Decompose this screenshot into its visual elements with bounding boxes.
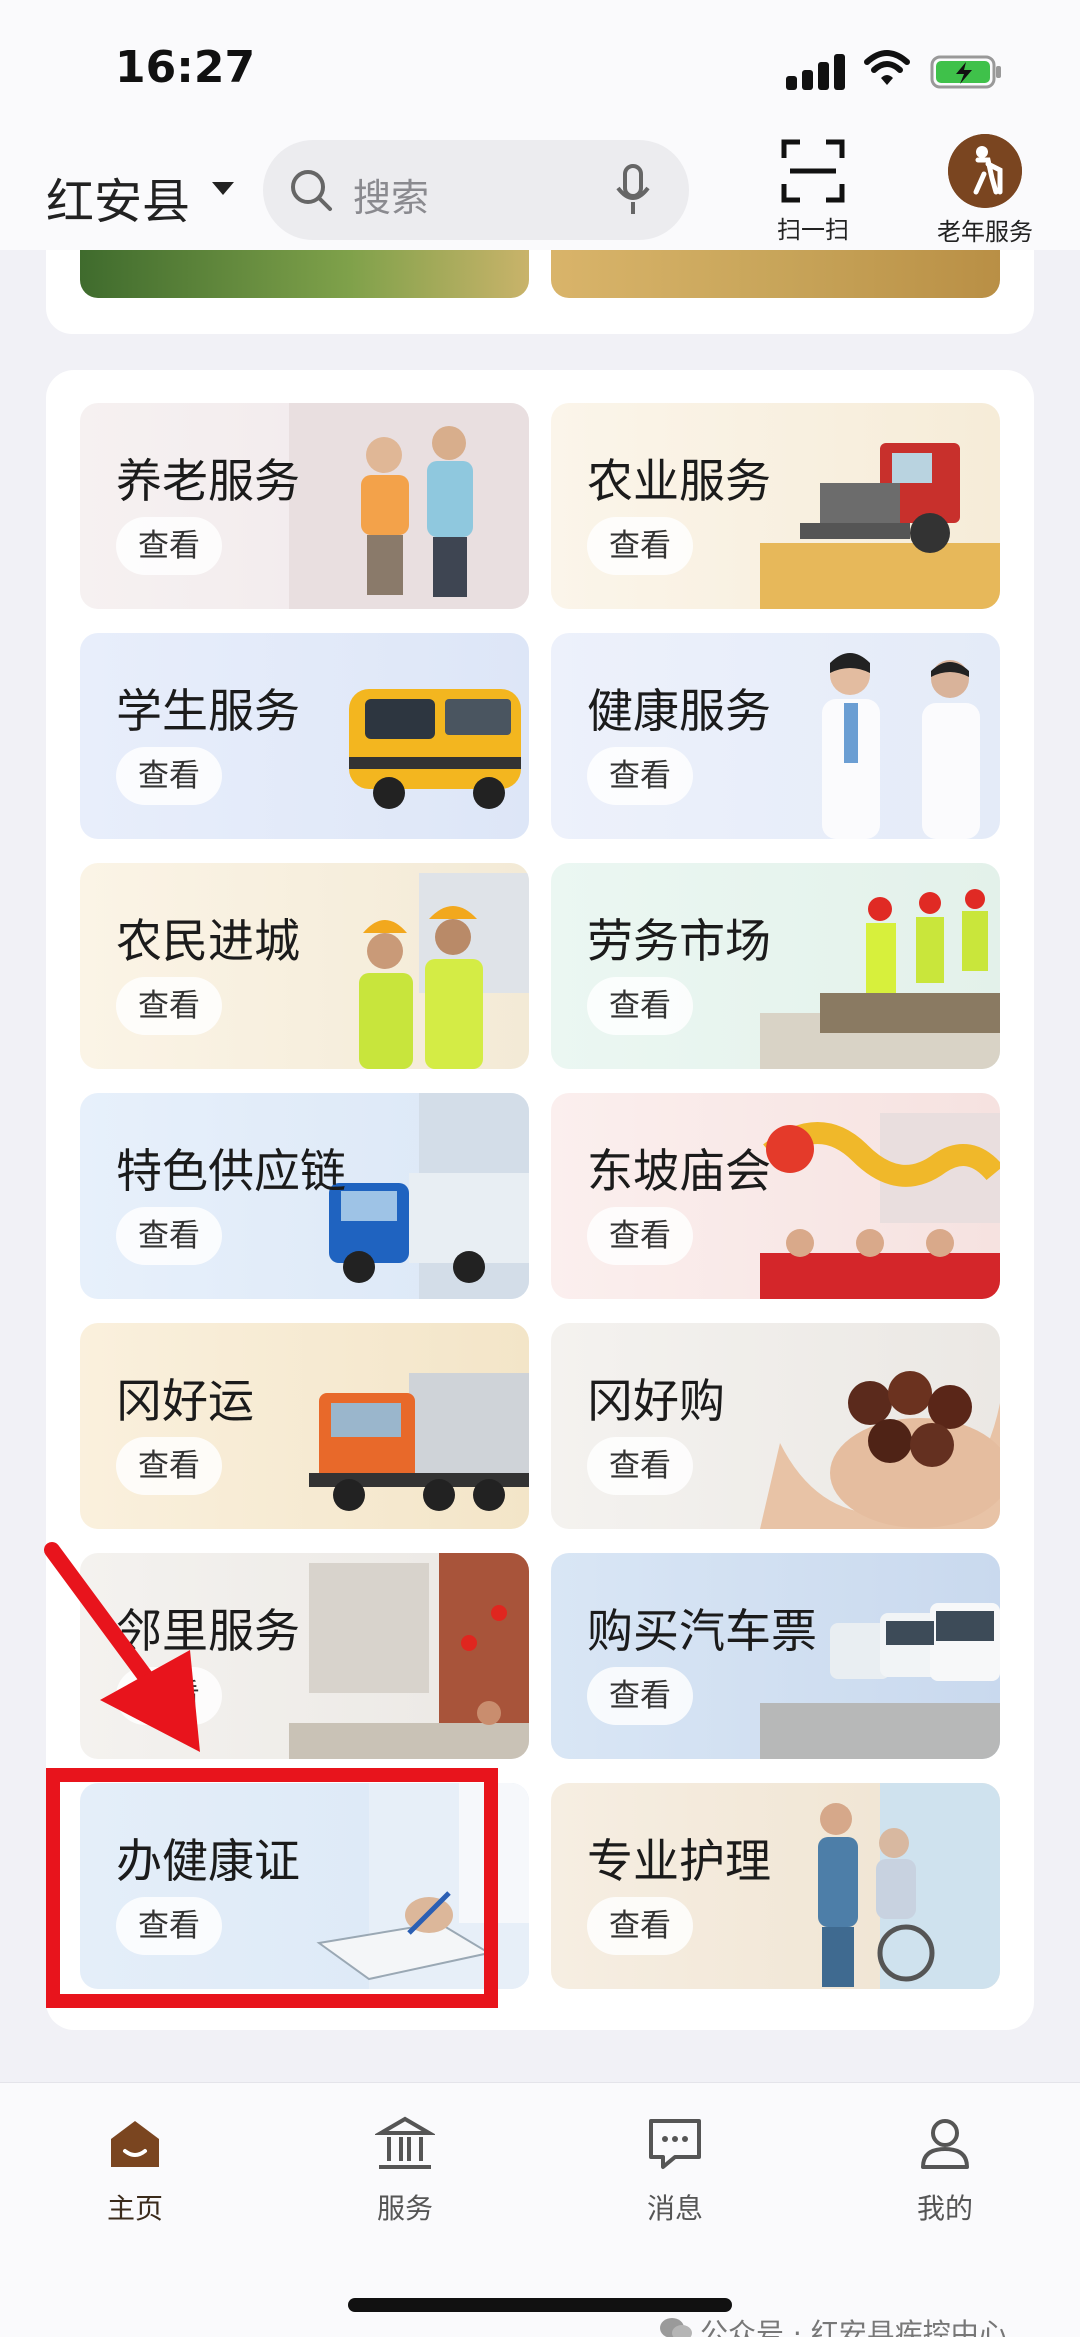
wechat-icon (660, 2318, 692, 2337)
view-button[interactable]: 查看 (116, 977, 222, 1035)
nurse-wheelchair-illustration (818, 1783, 1000, 1989)
tile-title: 劳务市场 (587, 914, 771, 968)
status-time: 16:27 (115, 42, 256, 93)
senior-services-button[interactable]: 老年服务 (920, 130, 1050, 250)
nav-services-label: 服务 (376, 2192, 433, 2225)
banner-card (46, 250, 1034, 334)
scan-icon (781, 139, 845, 203)
tile-gang-good-shopping[interactable]: 冈好购 查看 (551, 1323, 1000, 1529)
nav-messages[interactable]: 消息 (605, 2113, 745, 2233)
user-profile-icon (921, 2119, 969, 2169)
nav-home[interactable]: 主页 (65, 2113, 205, 2233)
tile-student-services[interactable]: 学生服务 查看 (80, 633, 529, 839)
home-indicator[interactable] (348, 2298, 732, 2312)
tile-buy-bus-tickets[interactable]: 购买汽车票 查看 (551, 1553, 1000, 1759)
chestnuts-in-hands-illustration (760, 1371, 1000, 1529)
view-button[interactable]: 查看 (587, 1437, 693, 1495)
tile-title: 农民进城 (116, 914, 300, 968)
doctors-illustration (822, 653, 980, 839)
tile-farmers-to-city[interactable]: 农民进城 查看 (80, 863, 529, 1069)
view-button[interactable]: 查看 (116, 747, 222, 805)
street-scene-illustration (289, 1553, 529, 1759)
tile-title: 农业服务 (587, 454, 771, 508)
view-button[interactable]: 查看 (587, 1897, 693, 1955)
harvester-illustration (760, 443, 1000, 609)
elderly-care-illustration (289, 403, 529, 609)
view-button[interactable]: 查看 (587, 977, 693, 1035)
caret-down-icon[interactable] (212, 182, 234, 195)
tile-title: 学生服务 (116, 684, 300, 738)
tile-title: 健康服务 (587, 684, 771, 738)
tile-health-services[interactable]: 健康服务 查看 (551, 633, 1000, 839)
cargo-truck-illustration (309, 1373, 529, 1511)
nav-mine-label: 我的 (916, 2192, 973, 2225)
tile-title: 冈好购 (587, 1374, 725, 1428)
dragon-dance-illustration (760, 1113, 1000, 1299)
annotation-highlight-box (46, 1768, 498, 2008)
nav-messages-label: 消息 (646, 2192, 703, 2225)
tile-title: 东坡庙会 (587, 1144, 771, 1198)
banner-image-left[interactable] (80, 250, 529, 298)
tile-agriculture-services[interactable]: 农业服务 查看 (551, 403, 1000, 609)
school-bus-illustration (349, 689, 521, 809)
nav-mine[interactable]: 我的 (875, 2113, 1015, 2233)
wifi-icon (864, 50, 910, 85)
view-button[interactable]: 查看 (116, 1437, 222, 1495)
view-button[interactable]: 查看 (116, 1207, 222, 1265)
scan-button[interactable]: 扫一扫 (768, 130, 858, 250)
search-bar[interactable]: 搜索 (263, 140, 689, 240)
labor-workers-illustration (760, 889, 1000, 1069)
battery-charging-icon (930, 55, 1001, 89)
app-header: 红安县 搜索 扫一扫 老年服务 (0, 130, 1080, 250)
microphone-icon[interactable] (613, 162, 653, 218)
tile-title: 特色供应链 (116, 1144, 346, 1198)
tile-specialty-supply-chain[interactable]: 特色供应链 查看 (80, 1093, 529, 1299)
cellular-signal-icon (786, 54, 846, 90)
home-icon (111, 2121, 159, 2167)
tile-elderly-services[interactable]: 养老服务 查看 (80, 403, 529, 609)
nav-home-label: 主页 (106, 2192, 163, 2225)
view-button[interactable]: 查看 (587, 1667, 693, 1725)
elderly-person-icon (948, 134, 1022, 208)
tile-title: 养老服务 (116, 454, 300, 508)
banner-image-right[interactable] (551, 250, 1000, 298)
view-button[interactable]: 查看 (116, 517, 222, 575)
search-placeholder: 搜索 (353, 176, 430, 220)
tile-professional-nursing[interactable]: 专业护理 查看 (551, 1783, 1000, 1989)
construction-workers-illustration (359, 873, 529, 1069)
location-selector[interactable]: 红安县 (46, 162, 190, 232)
senior-services-label: 老年服务 (937, 218, 1033, 246)
nav-services[interactable]: 服务 (335, 2113, 475, 2233)
message-icon (649, 2119, 701, 2169)
scan-label: 扫一扫 (777, 216, 849, 244)
watermark-text: 公众号 · 红安县疾控中心 (700, 2317, 1007, 2337)
tile-title: 购买汽车票 (587, 1604, 817, 1658)
view-button[interactable]: 查看 (587, 1207, 693, 1265)
bank-building-icon (375, 2116, 435, 2169)
view-button[interactable]: 查看 (587, 517, 693, 575)
annotation-arrow-icon (44, 1542, 200, 1752)
tile-title: 专业护理 (587, 1834, 771, 1888)
tile-title: 冈好运 (116, 1374, 254, 1428)
status-bar: 16:27 (0, 0, 1080, 130)
tile-gang-good-luck[interactable]: 冈好运 查看 (80, 1323, 529, 1529)
view-button[interactable]: 查看 (587, 747, 693, 805)
search-icon (291, 170, 332, 211)
tile-dongpo-temple-fair[interactable]: 东坡庙会 查看 (551, 1093, 1000, 1299)
tile-labor-market[interactable]: 劳务市场 查看 (551, 863, 1000, 1069)
